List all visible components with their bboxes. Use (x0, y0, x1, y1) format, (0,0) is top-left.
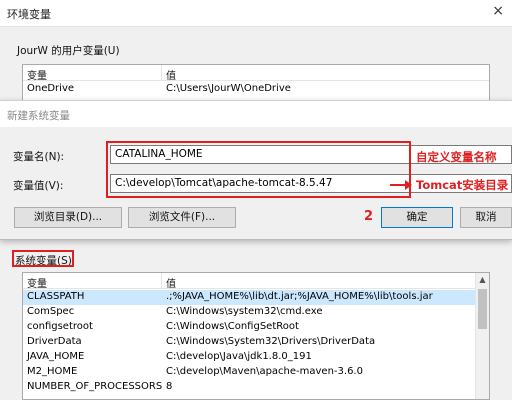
close-icon[interactable]: × (492, 3, 504, 19)
system-col-variable[interactable]: 变量 (27, 275, 47, 290)
sys-var-name: JAVA_HOME (27, 351, 85, 362)
fields-highlight-box (106, 141, 411, 198)
table-row[interactable]: M2_HOME C:\develop\Maven\apache-maven-3.… (23, 365, 489, 380)
sys-var-name: DriverData (27, 336, 82, 347)
user-col-value[interactable]: 值 (166, 67, 176, 82)
user-col-variable[interactable]: 变量 (27, 67, 47, 82)
sys-var-value: C:\Windows\ConfigSetRoot (166, 321, 299, 332)
name-annotation: 自定义变量名称 (416, 150, 497, 164)
user-variables-list[interactable]: 变量 值 OneDrive C:\Users\JourW\OneDrive (22, 64, 490, 104)
table-row[interactable]: configsetroot C:\Windows\ConfigSetRoot (23, 320, 489, 335)
table-row[interactable]: DriverData C:\Windows\System32\Drivers\D… (23, 335, 489, 350)
sys-var-name: M2_HOME (27, 366, 78, 377)
system-list-header: 变量 值 (23, 273, 475, 290)
user-var-value: C:\Users\JourW\OneDrive (166, 83, 291, 94)
system-list-scrollbar[interactable]: ▲ (475, 273, 489, 399)
user-list-header: 变量 值 (23, 65, 489, 82)
new-system-variable-dialog: 新建系统变量 变量名(N): CATALINA_HOME 变量值(V): C:\… (0, 100, 512, 240)
browse-directory-button[interactable]: 浏览目录(D)... (14, 207, 122, 228)
dialog-title: 新建系统变量 (7, 110, 70, 122)
sys-var-value: C:\Windows\System32\Drivers\DriverData (166, 336, 376, 347)
table-row[interactable]: CLASSPATH .;%JAVA_HOME%\lib\dt.jar;%JAVA… (23, 290, 476, 305)
window-title-bar: 环境变量 × (0, 0, 512, 27)
step-number: 2 (364, 209, 374, 224)
value-arrow (390, 180, 412, 190)
sys-var-value: C:\develop\Maven\apache-maven-3.6.0 (166, 366, 363, 377)
sys-var-value: C:\Windows\system32\cmd.exe (166, 306, 323, 317)
user-var-name: OneDrive (27, 83, 75, 94)
system-variables-list[interactable]: 变量 值 CLASSPATH .;%JAVA_HOME%\lib\dt.jar;… (22, 272, 490, 400)
sys-var-name: NUMBER_OF_PROCESSORS (27, 381, 163, 392)
browse-file-button[interactable]: 浏览文件(F)... (128, 207, 236, 228)
variable-name-label: 变量名(N): (13, 151, 65, 163)
value-annotation: Tomcat安装目录 (416, 178, 509, 192)
sys-var-value: C:\develop\Java\jdk1.8.0_191 (166, 351, 312, 362)
variable-value-label: 变量值(V): (13, 180, 64, 192)
table-row[interactable]: OneDrive C:\Users\JourW\OneDrive (23, 82, 489, 97)
user-variables-label: JourW 的用户变量(U) (17, 45, 120, 57)
sys-var-name: configsetroot (27, 321, 93, 332)
ok-button[interactable]: 确定 (381, 207, 453, 228)
sys-var-value: 8 (166, 381, 173, 392)
scrollbar-thumb[interactable] (478, 289, 487, 329)
scroll-up-arrow-icon[interactable]: ▲ (476, 273, 489, 287)
table-row[interactable]: ComSpec C:\Windows\system32\cmd.exe (23, 305, 489, 320)
sys-var-value: .;%JAVA_HOME%\lib\dt.jar;%JAVA_HOME%\lib… (166, 291, 433, 302)
table-row[interactable]: NUMBER_OF_PROCESSORS 8 (23, 380, 489, 395)
sys-var-name: CLASSPATH (27, 291, 85, 302)
cancel-button[interactable]: 取消 (460, 207, 512, 228)
table-row[interactable]: JAVA_HOME C:\develop\Java\jdk1.8.0_191 (23, 350, 489, 365)
system-variables-highlight (12, 250, 74, 267)
sys-var-name: ComSpec (27, 306, 75, 317)
system-col-value[interactable]: 值 (166, 275, 176, 290)
dialog-title-bar: 新建系统变量 (0, 101, 512, 127)
window-title: 环境变量 (7, 8, 51, 21)
